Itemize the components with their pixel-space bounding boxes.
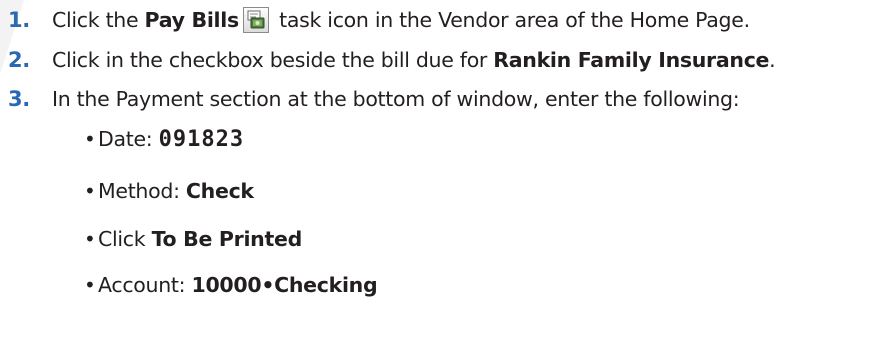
item-value: Check — [185, 179, 254, 203]
list-item-to-be-printed: • Click To Be Printed — [84, 219, 302, 259]
step-number: 2. — [8, 48, 30, 72]
item-label: Click — [98, 227, 152, 251]
list-item-method: • Method: Check — [84, 171, 254, 211]
step-text: Click the — [52, 8, 145, 32]
list-item-account: • Account: 10000•Checking — [84, 265, 378, 305]
item-value: To Be Printed — [151, 227, 303, 251]
item-label: Date: — [98, 127, 159, 151]
bullet: • — [84, 227, 96, 251]
step-bold-text: Rankin Family Insurance — [493, 48, 770, 72]
item-label: Account: — [98, 273, 192, 297]
step-2: 2. Click in the checkbox beside the bill… — [8, 40, 776, 80]
step-number: 1. — [8, 8, 30, 32]
item-value: 10000•Checking — [191, 273, 378, 297]
item-value: 091823 — [158, 126, 245, 152]
step-text: . — [769, 48, 776, 72]
step-text: In the Payment section at the bottom of … — [52, 87, 740, 111]
item-label: Method: — [98, 179, 186, 203]
step-1: 1. Click the Pay Bills task icon in the … — [8, 0, 750, 40]
bullet: • — [84, 179, 96, 203]
bullet: • — [84, 127, 96, 151]
step-text: Click in the checkbox beside the bill du… — [52, 48, 494, 72]
pay-bills-task-icon — [242, 7, 269, 33]
bullet: • — [84, 273, 96, 297]
step-3: 3. In the Payment section at the bottom … — [8, 79, 740, 119]
step-text: task icon in the Vendor area of the Home… — [272, 8, 750, 32]
step-bold-text: Pay Bills — [144, 8, 240, 32]
list-item-date: • Date: 091823 — [84, 119, 244, 159]
step-number: 3. — [8, 87, 30, 111]
